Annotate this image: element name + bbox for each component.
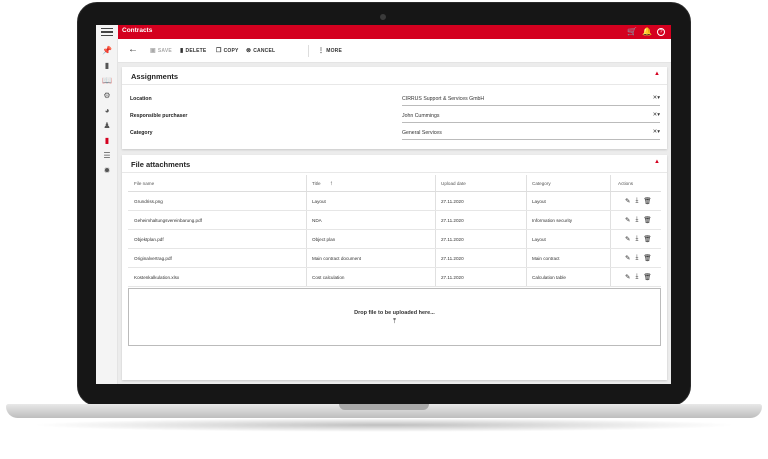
gear-icon[interactable]: ✹ — [102, 165, 112, 175]
delete-trash-icon[interactable]: 🗑 — [643, 235, 651, 243]
hamburger-menu-icon[interactable] — [101, 28, 113, 37]
chevron-up-icon[interactable]: ▲ — [654, 71, 660, 77]
row-actions: ✎ ⤓ 🗑 — [625, 197, 652, 205]
clear-dropdown-icon[interactable]: ✕▾ — [653, 112, 660, 118]
edit-pencil-icon[interactable]: ✎ — [625, 273, 630, 281]
toolbar-separator — [308, 45, 309, 57]
toolbar: ← ▣ SAVE ▮ DELETE ❐ COPY ⊗ CANCEL ⋮ MORE — [118, 39, 671, 63]
copy-icon: ❐ — [216, 48, 222, 54]
laptop-base — [6, 404, 762, 418]
location-select[interactable]: CIRRUS Support & Services GmbH ✕▾ — [402, 94, 660, 106]
upload-icon: ⤒ — [392, 318, 397, 325]
edit-pencil-icon[interactable]: ✎ — [625, 254, 630, 262]
back-arrow-icon[interactable]: ← — [128, 44, 138, 55]
save-icon: ▣ — [150, 48, 156, 54]
table-row[interactable]: Grundriss.png Layout 27.11.2020 Layout ✎… — [128, 192, 661, 211]
delete-button[interactable]: ▮ DELETE — [180, 47, 206, 55]
database-icon[interactable]: ☰ — [102, 150, 112, 160]
download-icon[interactable]: ⤓ — [635, 273, 638, 281]
trash-icon: ▮ — [180, 48, 184, 54]
download-icon[interactable]: ⤓ — [635, 197, 638, 205]
laptop-notch — [339, 404, 429, 410]
table-row[interactable]: Geheimhaltungsvereinbarung.pdf NDA 27.11… — [128, 211, 661, 230]
column-header-title[interactable]: Title ↑ — [312, 181, 333, 187]
more-button[interactable]: ⋮ MORE — [318, 47, 342, 55]
save-button[interactable]: ▣ SAVE — [150, 47, 172, 55]
app-screen: Contracts 🛒 🔔 ? 📌 ▮ 📖 ⚙ ◕ ♟ ▮ ☰ ✹ ← ▣ SAV… — [96, 25, 671, 384]
menu-cell — [96, 25, 118, 39]
dropzone-text: Drop file to be uploaded here... — [354, 310, 435, 316]
column-header-file-name[interactable]: File name — [134, 181, 154, 186]
network-icon[interactable]: ⚙ — [102, 90, 112, 100]
edit-pencil-icon[interactable]: ✎ — [625, 197, 630, 205]
table-row[interactable]: Kostenkalkulation.xlsx Cost calculation … — [128, 268, 661, 287]
row-actions: ✎ ⤓ 🗑 — [625, 235, 652, 243]
delete-trash-icon[interactable]: 🗑 — [643, 273, 651, 281]
cancel-icon: ⊗ — [246, 48, 252, 54]
cancel-button[interactable]: ⊗ CANCEL — [246, 47, 275, 55]
download-icon[interactable]: ⤓ — [635, 235, 638, 243]
column-header-upload-date[interactable]: Upload date — [441, 181, 466, 186]
app-title: Contracts — [122, 27, 153, 34]
responsible-purchaser-field: Responsible purchaser John Cummings ✕▾ — [130, 111, 660, 123]
bell-icon[interactable]: 🔔 — [642, 27, 652, 37]
location-field: Location CIRRUS Support & Services GmbH … — [130, 94, 660, 106]
row-actions: ✎ ⤓ 🗑 — [625, 254, 652, 262]
red-document-icon[interactable]: ▮ — [102, 135, 112, 145]
laptop-shadow — [30, 418, 738, 432]
download-icon[interactable]: ⤓ — [635, 216, 638, 224]
pin-icon[interactable]: 📌 — [102, 45, 112, 55]
clear-dropdown-icon[interactable]: ✕▾ — [653, 129, 660, 135]
person-icon[interactable]: ♟ — [102, 120, 112, 130]
clear-dropdown-icon[interactable]: ✕▾ — [653, 95, 660, 101]
column-header-actions: Actions — [618, 181, 634, 186]
help-icon[interactable]: ? — [657, 28, 665, 36]
category-field: Category General Services ✕▾ — [130, 128, 660, 140]
sidebar: 📌 ▮ 📖 ⚙ ◕ ♟ ▮ ☰ ✹ — [96, 39, 118, 384]
book-icon[interactable]: 📖 — [102, 75, 112, 85]
file-attachments-title: File attachments — [131, 160, 191, 169]
copy-button[interactable]: ❐ COPY — [216, 47, 239, 55]
delete-trash-icon[interactable]: 🗑 — [643, 197, 651, 205]
delete-trash-icon[interactable]: 🗑 — [643, 254, 651, 262]
pie-chart-icon[interactable]: ◕ — [102, 105, 112, 115]
edit-pencil-icon[interactable]: ✎ — [625, 235, 630, 243]
download-icon[interactable]: ⤓ — [635, 254, 638, 262]
delete-trash-icon[interactable]: 🗑 — [643, 216, 651, 224]
table-row[interactable]: Originalvertrag.pdf Main contract docume… — [128, 249, 661, 268]
assignments-panel: Assignments ▲ Location CIRRUS Support & … — [122, 67, 667, 149]
file-dropzone[interactable]: Drop file to be uploaded here... ⤒ — [128, 288, 661, 346]
row-actions: ✎ ⤓ 🗑 — [625, 216, 652, 224]
responsible-purchaser-select[interactable]: John Cummings ✕▾ — [402, 111, 660, 123]
category-select[interactable]: General Services ✕▾ — [402, 128, 660, 140]
top-bar: Contracts 🛒 🔔 ? — [96, 25, 671, 39]
column-header-category[interactable]: Category — [532, 181, 551, 186]
top-bar-icons: 🛒 🔔 ? — [627, 27, 665, 37]
camera — [380, 14, 386, 20]
contract-document-icon[interactable]: ▮ — [102, 60, 112, 70]
assignments-header[interactable]: Assignments ▲ — [122, 67, 667, 85]
more-vertical-icon: ⋮ — [318, 48, 325, 54]
file-attachments-panel: File attachments ▲ File name Title ↑ Upl… — [122, 155, 667, 380]
file-attachments-header[interactable]: File attachments ▲ — [122, 155, 667, 173]
row-actions: ✎ ⤓ 🗑 — [625, 273, 652, 281]
table-header: File name Title ↑ Upload date Category A… — [128, 175, 661, 192]
assignments-title: Assignments — [131, 72, 179, 81]
main-content: Assignments ▲ Location CIRRUS Support & … — [118, 63, 671, 384]
sort-arrow-up-icon: ↑ — [329, 181, 333, 187]
chevron-up-icon[interactable]: ▲ — [654, 159, 660, 165]
table-row[interactable]: Objektplan.pdf Object plan 27.11.2020 La… — [128, 230, 661, 249]
edit-pencil-icon[interactable]: ✎ — [625, 216, 630, 224]
cart-icon[interactable]: 🛒 — [627, 27, 637, 37]
